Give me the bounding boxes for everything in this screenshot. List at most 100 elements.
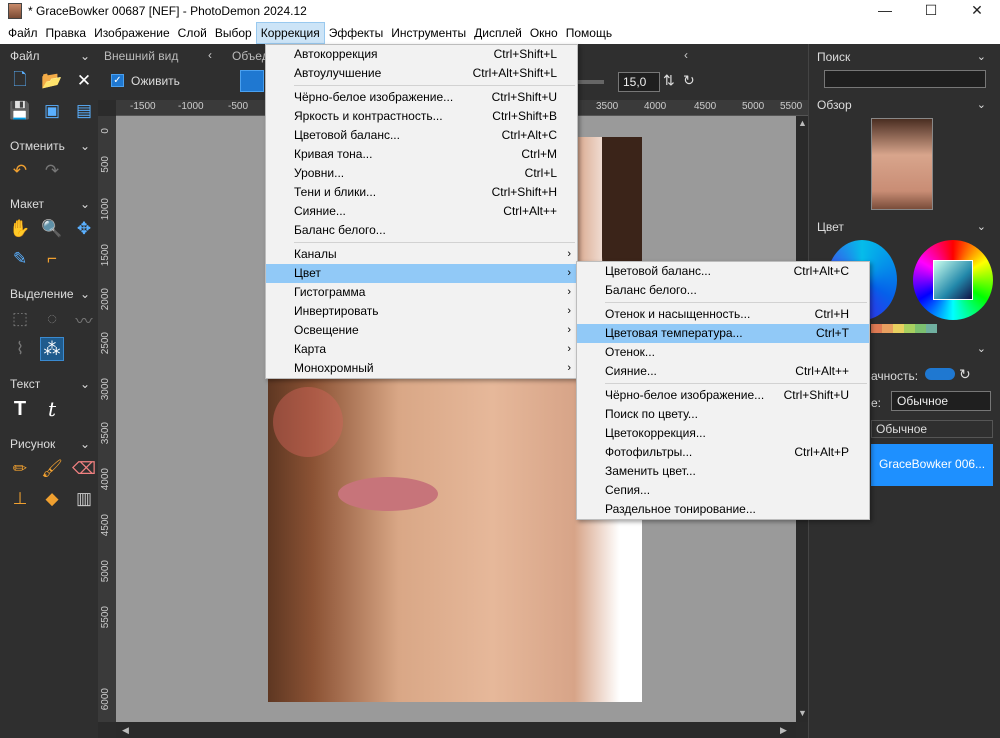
chevron-icon[interactable]: ⌄ [80, 49, 90, 63]
chevron-down-icon[interactable]: ⌄ [977, 342, 986, 355]
layer-item[interactable]: GraceBowker 006... [871, 444, 993, 486]
menu-item[interactable]: Чёрно-белое изображение... Ctrl+Shift+U [266, 88, 577, 107]
chevron-down-icon[interactable]: ⌄ [977, 220, 986, 233]
menu-item[interactable]: Карта › [266, 340, 577, 359]
color-square[interactable] [933, 260, 973, 300]
pencil-icon[interactable]: ✏ [8, 457, 32, 481]
menu-item[interactable]: Сияние... Ctrl+Alt++ [577, 362, 869, 381]
minimize-button[interactable]: — [862, 0, 908, 22]
menu-item[interactable]: Автоулучшение Ctrl+Alt+Shift+L [266, 64, 577, 83]
chevron-icon[interactable]: ⌄ [80, 377, 90, 391]
menu-item[interactable]: Сепия... [577, 481, 869, 500]
menu-item[interactable]: Отенок... [577, 343, 869, 362]
menu-item[interactable]: Автокоррекция Ctrl+Shift+L [266, 45, 577, 64]
menu-item[interactable]: Тени и блики... Ctrl+Shift+H [266, 183, 577, 202]
overview-thumbnail[interactable] [871, 118, 933, 210]
spin-icon[interactable]: ⇅ [663, 72, 675, 89]
menu-adjustments[interactable]: Коррекция [255, 22, 325, 44]
swatch[interactable] [904, 324, 915, 333]
brush-icon[interactable]: 🖌 [40, 457, 64, 481]
chevron-down-icon[interactable]: ⌄ [977, 98, 986, 111]
chevron-icon[interactable]: ⌄ [80, 197, 90, 211]
menu-item[interactable]: Раздельное тонирование... [577, 500, 869, 519]
close-icon[interactable]: ✕ [72, 69, 96, 93]
scroll-right-icon[interactable]: ▶ [780, 725, 787, 736]
slider-track[interactable] [578, 80, 604, 84]
close-button[interactable]: ✕ [954, 0, 1000, 22]
menu-image[interactable]: Изображение [90, 23, 174, 43]
menu-item[interactable]: Гистограмма › [266, 283, 577, 302]
menu-item[interactable]: Яркость и контрастность... Ctrl+Shift+B [266, 107, 577, 126]
menu-item[interactable]: Каналы › [266, 245, 577, 264]
swatch[interactable] [893, 324, 904, 333]
opacity-slider[interactable] [925, 368, 955, 380]
redo-icon[interactable]: ↷ [40, 159, 64, 183]
alpha-mode-select[interactable]: Обычное [871, 420, 993, 438]
menu-item[interactable]: Инвертировать › [266, 302, 577, 321]
color-wheel[interactable] [913, 240, 993, 320]
animate-checkbox[interactable]: ✓ [111, 74, 124, 87]
mode-button[interactable] [240, 70, 264, 92]
value-input[interactable]: 15,0 [618, 72, 660, 92]
menu-select[interactable]: Выбор [211, 23, 256, 43]
menu-file[interactable]: Файл [4, 23, 42, 43]
export-icon[interactable]: ▤ [72, 99, 96, 123]
menu-item[interactable]: Цветокоррекция... [577, 424, 869, 443]
swatch[interactable] [871, 324, 882, 333]
save-copy-icon[interactable]: ▣ [40, 99, 64, 123]
menu-help[interactable]: Помощь [562, 23, 616, 43]
eyedropper-icon[interactable]: ✎ [8, 247, 32, 271]
menu-item[interactable]: Кривая тона... Ctrl+M [266, 145, 577, 164]
magic-wand-icon[interactable]: ⁂ [40, 337, 64, 361]
crop-icon[interactable]: ⌐ [40, 247, 64, 271]
menu-effects[interactable]: Эффекты [325, 23, 388, 43]
menu-item[interactable]: Чёрно-белое изображение... Ctrl+Shift+U [577, 386, 869, 405]
reset-icon[interactable]: ↻ [959, 366, 971, 383]
undo-icon[interactable]: ↶ [8, 159, 32, 183]
clone-stamp-icon[interactable]: ⊥ [8, 487, 32, 511]
scroll-down-icon[interactable]: ▼ [798, 708, 807, 718]
chevron-icon[interactable]: ⌄ [80, 287, 90, 301]
ellipse-select-icon[interactable]: ◌ [40, 307, 64, 331]
chevron-down-icon[interactable]: ⌄ [977, 50, 986, 63]
chevron-icon[interactable]: ⌄ [80, 139, 90, 153]
polygon-select-icon[interactable]: ⌇ [8, 337, 32, 361]
swatch[interactable] [926, 324, 937, 333]
color-swatches[interactable] [871, 324, 937, 333]
swatch[interactable] [882, 324, 893, 333]
menu-item[interactable]: Заменить цвет... [577, 462, 869, 481]
fill-bucket-icon[interactable]: ◆ [40, 487, 64, 511]
open-folder-icon[interactable]: 📂 [40, 69, 64, 93]
menu-edit[interactable]: Правка [42, 23, 91, 43]
menu-item[interactable]: Монохромный › [266, 359, 577, 378]
eraser-icon[interactable]: ⌫ [72, 457, 96, 481]
menu-item[interactable]: Цвет › [266, 264, 577, 283]
menu-item[interactable]: Цветовая температура... Ctrl+T [577, 324, 869, 343]
menu-item[interactable]: Поиск по цвету... [577, 405, 869, 424]
reset-icon[interactable]: ↻ [683, 72, 695, 89]
menu-item[interactable]: Фотофильтры... Ctrl+Alt+P [577, 443, 869, 462]
scroll-left-icon[interactable]: ◀ [122, 725, 129, 736]
text-icon[interactable]: T [8, 397, 32, 421]
lasso-icon[interactable]: 〰 [72, 307, 96, 331]
horizontal-scrollbar[interactable]: ◀ ▶ [116, 722, 796, 738]
search-input[interactable] [824, 70, 986, 88]
swatch[interactable] [915, 324, 926, 333]
menu-item[interactable]: Цветовой баланс... Ctrl+Alt+C [577, 262, 869, 281]
menu-item[interactable]: Цветовой баланс... Ctrl+Alt+C [266, 126, 577, 145]
menu-layer[interactable]: Слой [174, 23, 211, 43]
menu-item[interactable]: Баланс белого... [577, 281, 869, 300]
zoom-icon[interactable]: 🔍 [40, 217, 64, 241]
hand-icon[interactable]: ✋ [8, 217, 32, 241]
move-icon[interactable]: ✥ [72, 217, 96, 241]
menu-window[interactable]: Окно [526, 23, 562, 43]
chevron-icon[interactable]: ⌄ [80, 437, 90, 451]
gradient-icon[interactable]: ▥ [72, 487, 96, 511]
chevron-left-icon[interactable]: ‹ [208, 48, 212, 62]
menu-item[interactable]: Уровни... Ctrl+L [266, 164, 577, 183]
menu-item[interactable]: Сияние... Ctrl+Alt++ [266, 202, 577, 221]
chevron-left-icon[interactable]: ‹ [684, 48, 688, 62]
maximize-button[interactable]: ☐ [908, 0, 954, 22]
new-file-icon[interactable]: 🗋 [8, 69, 32, 93]
menu-view[interactable]: Дисплей [470, 23, 526, 43]
